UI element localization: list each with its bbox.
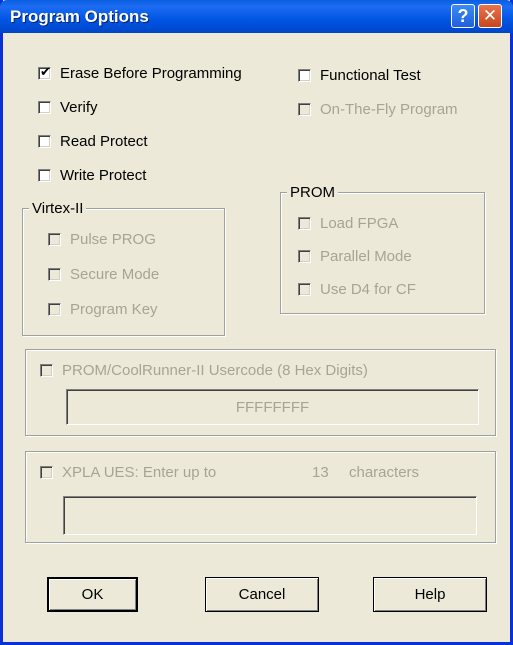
verify-label: Verify	[60, 99, 98, 116]
load-fpga-checkbox[interactable]: Load FPGA	[298, 215, 398, 232]
checkbox-box[interactable]	[48, 303, 61, 316]
checkmark-icon: ✔	[40, 64, 51, 79]
prom-group-title: PROM	[287, 184, 338, 201]
erase-before-programming-label: Erase Before Programming	[60, 65, 242, 82]
load-fpga-label: Load FPGA	[320, 215, 399, 232]
usercode-checkbox[interactable]: PROM/CoolRunner-II Usercode (8 Hex Digit…	[40, 362, 368, 379]
xpla-ues-suffix: characters	[349, 464, 420, 481]
help-question-icon[interactable]: ?	[451, 4, 475, 28]
help-button[interactable]: Help	[373, 577, 487, 612]
secure-mode-label: Secure Mode	[70, 266, 160, 283]
checkbox-box[interactable]	[38, 101, 51, 114]
on-the-fly-program-label: On-The-Fly Program	[320, 101, 458, 118]
pulse-prog-label: Pulse PROG	[70, 231, 156, 248]
program-key-checkbox[interactable]: Program Key	[48, 301, 158, 318]
on-the-fly-program-checkbox[interactable]: On-The-Fly Program	[298, 101, 458, 118]
checkbox-box[interactable]	[38, 169, 51, 182]
ok-button[interactable]: OK	[47, 577, 138, 612]
checkbox-box[interactable]	[40, 364, 53, 377]
checkbox-box[interactable]: ✔	[38, 64, 51, 80]
checkbox-box[interactable]	[298, 283, 311, 296]
checkbox-box[interactable]	[298, 103, 311, 116]
close-icon[interactable]: ✕	[478, 4, 502, 28]
checkbox-box[interactable]	[48, 268, 61, 281]
read-protect-checkbox[interactable]: Read Protect	[38, 133, 148, 150]
use-d4-for-cf-label: Use D4 for CF	[320, 281, 416, 298]
xpla-ues-label: XPLA UES: Enter up to	[62, 464, 217, 481]
parallel-mode-checkbox[interactable]: Parallel Mode	[298, 248, 412, 265]
virtex2-group-title: Virtex-II	[29, 200, 87, 217]
program-key-label: Program Key	[70, 301, 158, 318]
pulse-prog-checkbox[interactable]: Pulse PROG	[48, 231, 156, 248]
parallel-mode-label: Parallel Mode	[320, 248, 412, 265]
verify-checkbox[interactable]: Verify	[38, 99, 98, 116]
usercode-label: PROM/CoolRunner-II Usercode (8 Hex Digit…	[62, 362, 368, 379]
xpla-ues-input[interactable]	[63, 496, 477, 535]
dialog-title: Program Options	[10, 7, 149, 26]
secure-mode-checkbox[interactable]: Secure Mode	[48, 266, 159, 283]
title-bar[interactable]: Program Options ? ✕	[0, 0, 513, 33]
write-protect-label: Write Protect	[60, 167, 147, 184]
read-protect-label: Read Protect	[60, 133, 148, 150]
checkbox-box[interactable]	[298, 217, 311, 230]
erase-before-programming-checkbox[interactable]: ✔ Erase Before Programming	[38, 65, 242, 82]
checkbox-box[interactable]	[298, 250, 311, 263]
checkbox-box[interactable]	[298, 69, 311, 82]
cancel-button[interactable]: Cancel	[205, 577, 319, 612]
xpla-ues-count: 13	[312, 464, 329, 481]
functional-test-checkbox[interactable]: Functional Test	[298, 67, 421, 84]
checkbox-box[interactable]	[38, 135, 51, 148]
functional-test-label: Functional Test	[320, 67, 421, 84]
checkbox-box[interactable]	[48, 233, 61, 246]
use-d4-for-cf-checkbox[interactable]: Use D4 for CF	[298, 281, 416, 298]
write-protect-checkbox[interactable]: Write Protect	[38, 167, 146, 184]
checkbox-box[interactable]	[40, 466, 53, 479]
program-options-dialog: Program Options ? ✕ ✔ Erase Before Progr…	[0, 0, 513, 645]
xpla-ues-checkbox[interactable]: XPLA UES: Enter up to	[40, 464, 216, 481]
usercode-input[interactable]: FFFFFFFF	[66, 389, 479, 425]
